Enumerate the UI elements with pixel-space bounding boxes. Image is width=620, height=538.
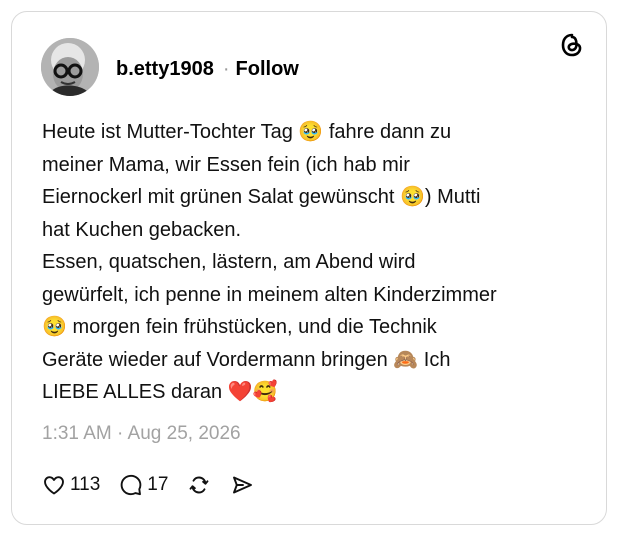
header-separator: · — [222, 58, 230, 80]
avatar-image — [41, 38, 99, 96]
repost-icon — [187, 473, 211, 497]
like-count: 113 — [70, 474, 101, 495]
follow-button[interactable]: Follow — [236, 58, 299, 80]
reply-count: 17 — [147, 474, 169, 495]
post-header: b.etty1908 · Follow — [116, 57, 299, 81]
post-text: Heute ist Mutter-Tochter Tag 🥹 fahre dan… — [42, 121, 497, 403]
comment-bubble-icon — [119, 473, 143, 497]
post-timestamp: 1:31 AM · Aug 25, 2026 — [42, 423, 241, 444]
reply-button[interactable]: 17 — [119, 473, 168, 497]
heart-icon — [42, 473, 66, 497]
username-link[interactable]: b.etty1908 — [116, 58, 214, 80]
like-button[interactable]: 113 — [42, 473, 100, 497]
repost-button[interactable] — [187, 473, 211, 497]
share-button[interactable] — [230, 473, 254, 497]
avatar[interactable] — [41, 38, 99, 96]
post-card: b.etty1908 · Follow Heute ist Mutter-Tocht… — [11, 11, 607, 525]
threads-logo-icon[interactable] — [558, 31, 586, 59]
send-icon — [230, 473, 254, 497]
action-bar: 113 17 — [42, 471, 273, 499]
